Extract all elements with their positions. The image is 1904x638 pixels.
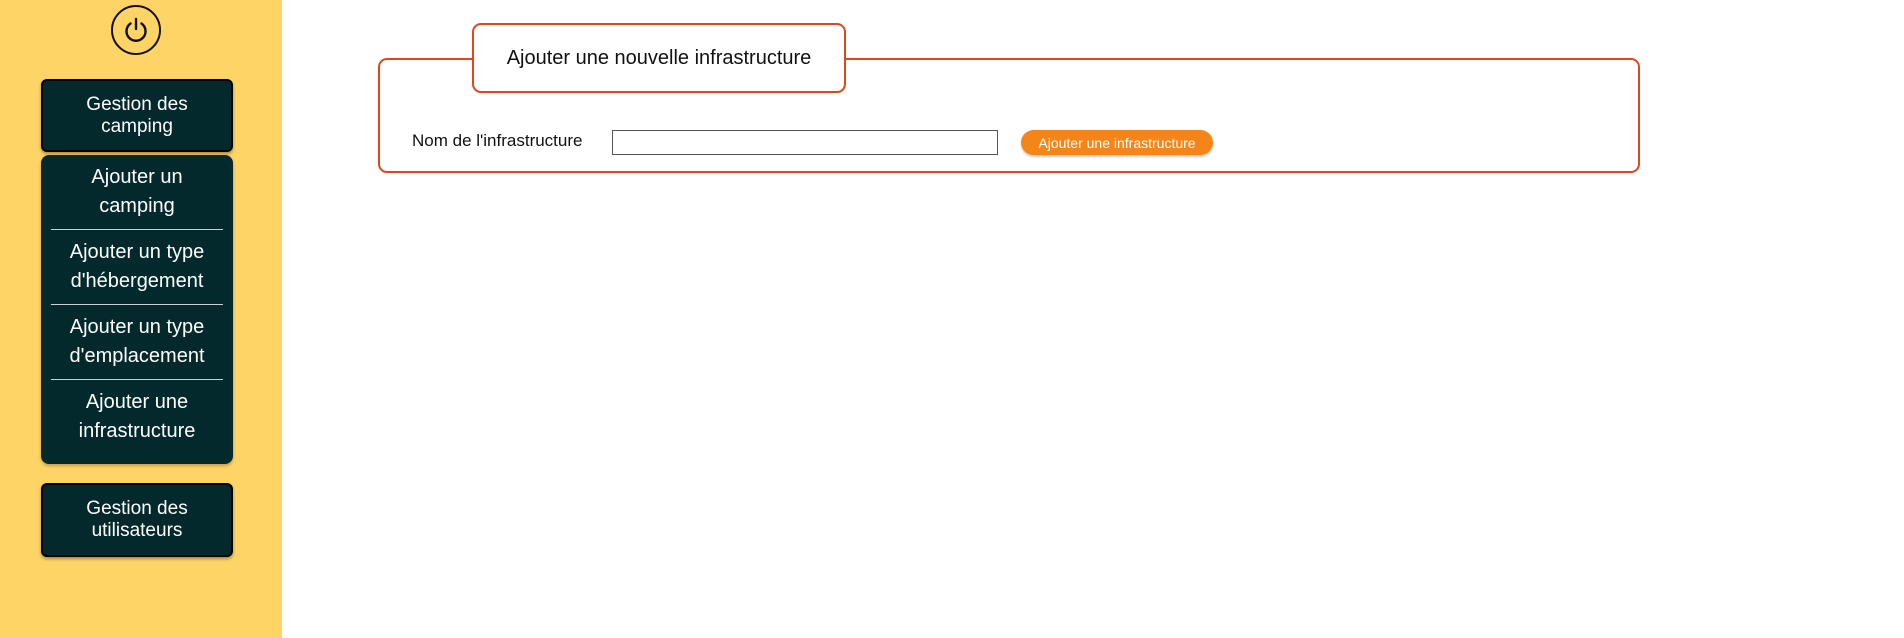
infrastructure-name-input[interactable] bbox=[612, 130, 998, 155]
infrastructure-name-label: Nom de l'infrastructure bbox=[412, 131, 583, 150]
camping-management-button[interactable]: Gestion des camping bbox=[41, 79, 233, 152]
sidebar: Gestion des camping Ajouter un camping A… bbox=[0, 0, 282, 638]
submenu-item-label: Ajouter un type d'emplacement bbox=[69, 316, 205, 367]
camping-management-label: Gestion des camping bbox=[86, 93, 188, 137]
submenu-item-add-infrastructure[interactable]: Ajouter une infrastructure bbox=[51, 380, 223, 454]
add-infrastructure-button[interactable]: Ajouter une infrastructure bbox=[1021, 130, 1213, 155]
submenu-item-add-accommodation-type[interactable]: Ajouter un type d'hébergement bbox=[51, 230, 223, 304]
submenu-item-add-pitch-type[interactable]: Ajouter un type d'emplacement bbox=[51, 305, 223, 379]
submenu-item-add-camping[interactable]: Ajouter un camping bbox=[51, 155, 223, 229]
user-management-label: Gestion des utilisateurs bbox=[86, 498, 188, 541]
user-management-button[interactable]: Gestion des utilisateurs bbox=[41, 483, 233, 557]
form-title: Ajouter une nouvelle infrastructure bbox=[472, 23, 846, 93]
power-icon[interactable] bbox=[111, 5, 161, 55]
camping-submenu: Ajouter un camping Ajouter un type d'héb… bbox=[41, 155, 233, 464]
submenu-item-label: Ajouter un camping bbox=[91, 166, 183, 217]
submenu-item-label: Ajouter un type d'hébergement bbox=[69, 241, 205, 292]
submenu-item-label: Ajouter une infrastructure bbox=[78, 391, 196, 442]
